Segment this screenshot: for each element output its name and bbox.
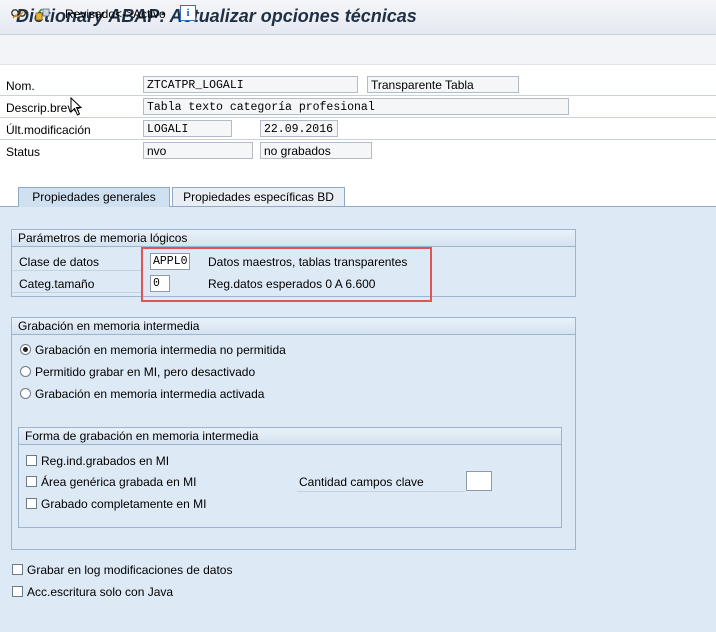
status-text-field: no grabados [260, 142, 372, 159]
fully-buffered-checkbox[interactable] [26, 498, 37, 509]
status-value-field: nvo [143, 142, 253, 159]
single-records-label: Reg.ind.grabados en MI [41, 454, 170, 468]
buffering-not-allowed-radio[interactable] [20, 344, 31, 355]
header-divider [0, 95, 716, 96]
log-data-changes-checkbox[interactable] [12, 564, 23, 575]
log-data-changes-label: Grabar en log modificaciones de datos [27, 563, 233, 577]
group-title: Grabación en memoria intermedia [12, 318, 575, 335]
row-divider [12, 292, 142, 293]
buffering-activated-radio[interactable] [20, 388, 31, 399]
group-title: Parámetros de memoria lógicos [12, 230, 575, 247]
generic-area-checkbox[interactable] [26, 476, 37, 487]
buffering-allowed-off-radio[interactable] [20, 366, 31, 377]
status-label: Status [6, 145, 41, 159]
row-divider [297, 491, 465, 492]
key-fields-count-input[interactable] [466, 471, 492, 491]
tab-general-properties[interactable]: Propiedades generales [18, 187, 170, 207]
table-name-field[interactable]: ZTCATPR_LOGALI [143, 76, 358, 93]
header-divider [0, 139, 716, 140]
last-modified-user-field: LOGALI [143, 120, 232, 137]
name-label: Nom. [6, 79, 35, 93]
single-records-checkbox[interactable] [26, 455, 37, 466]
table-type-field: Transparente Tabla [367, 76, 519, 93]
buffering-option-label: Grabación en memoria intermedia no permi… [35, 343, 286, 357]
info-icon[interactable]: i [180, 5, 196, 21]
short-description-label: Descrip.breve [6, 101, 81, 115]
short-description-field[interactable]: Tabla texto categoría profesional [143, 98, 569, 115]
tab-db-specific-properties[interactable]: Propiedades específicas BD [172, 187, 345, 206]
key-fields-count-label: Cantidad campos clave [299, 475, 424, 489]
size-category-label: Categ.tamaño [19, 277, 95, 291]
group-title: Forma de grabación en memoria intermedia [19, 428, 561, 445]
last-modified-date-field: 22.09.2016 [260, 120, 338, 137]
java-only-write-checkbox[interactable] [12, 586, 23, 597]
glasses-display-icon[interactable] [10, 5, 28, 23]
buffering-option-label: Grabación en memoria intermedia activada [35, 387, 265, 401]
generic-area-label: Área genérica grabada en MI [41, 475, 197, 489]
row-divider [12, 270, 142, 271]
activate-object-icon[interactable] [34, 5, 52, 23]
application-toolbar [0, 35, 716, 65]
last-modified-label: Últ.modificación [6, 123, 91, 137]
mouse-pointer-icon [70, 96, 84, 120]
buffering-option-label: Permitido grabar en MI, pero desactivado [35, 365, 256, 379]
header-divider [0, 117, 716, 118]
toggle-revised-active-button[interactable]: Revisado<->Activo [65, 7, 166, 21]
data-class-label: Clase de datos [19, 255, 100, 269]
fully-buffered-label: Grabado completamente en MI [41, 497, 207, 511]
highlight-annotation-box [141, 247, 432, 302]
java-only-write-label: Acc.escritura solo con Java [27, 585, 174, 599]
